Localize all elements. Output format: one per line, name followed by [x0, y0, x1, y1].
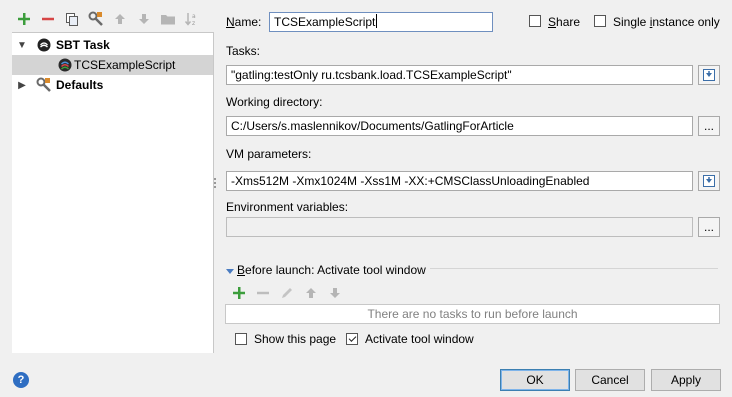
tasks-input[interactable]: "gatling:testOnly ru.tcsbank.load.TCSExa… [226, 65, 693, 85]
pencil-icon[interactable] [277, 284, 297, 302]
apply-button[interactable]: Apply [651, 369, 721, 391]
arrow-down-icon[interactable] [132, 8, 156, 30]
splitter-handle[interactable] [213, 176, 217, 190]
svg-text:z: z [192, 20, 195, 27]
text-caret [376, 14, 378, 28]
name-value: TCSExampleScript [274, 15, 376, 29]
env-variables-input[interactable] [226, 217, 693, 237]
chevron-down-icon[interactable]: ▼ [16, 39, 28, 51]
collapse-triangle-icon[interactable] [226, 265, 234, 274]
expand-field-icon [703, 69, 715, 81]
show-page-checkbox[interactable] [235, 333, 247, 345]
plus-icon[interactable] [229, 284, 249, 302]
vm-parameters-label: VM parameters: [226, 147, 312, 161]
help-icon[interactable]: ? [13, 372, 29, 388]
arrow-down-icon[interactable] [325, 284, 345, 302]
env-variables-browse-button[interactable]: ... [698, 217, 720, 237]
configuration-tree: ▼ SBT Task TCSExampleScript ▶ Defaults [12, 32, 214, 353]
workdir-input[interactable]: C:/Users/s.maslennikov/Documents/Gatling… [226, 116, 693, 136]
tree-item-label: SBT Task [56, 38, 110, 52]
arrow-up-icon[interactable] [108, 8, 132, 30]
folder-icon[interactable] [156, 8, 180, 30]
expand-field-icon [703, 175, 715, 187]
tree-item-defaults[interactable]: ▶ Defaults [12, 75, 213, 95]
before-launch-toolbar [229, 284, 345, 302]
activate-tool-window-checkbox[interactable] [346, 333, 358, 345]
tree-item-label: TCSExampleScript [74, 58, 176, 72]
minus-icon[interactable] [36, 8, 60, 30]
wrench-icon [36, 77, 52, 93]
ok-button[interactable]: OK [500, 369, 570, 391]
single-instance-checkbox[interactable] [594, 15, 606, 27]
activate-tool-window-label: Activate tool window [365, 332, 474, 346]
workdir-browse-button[interactable]: ... [698, 116, 720, 136]
tree-item-tcsexamplescript[interactable]: TCSExampleScript [12, 55, 213, 75]
copy-icon[interactable] [60, 8, 84, 30]
chevron-right-icon[interactable]: ▶ [16, 79, 28, 91]
tree-item-sbt-task[interactable]: ▼ SBT Task [12, 35, 213, 55]
expand-field-button[interactable] [698, 171, 720, 191]
share-label: Share [548, 15, 581, 29]
workdir-label: Working directory: [226, 95, 323, 109]
sbt-script-icon [57, 57, 73, 73]
share-checkbox[interactable] [529, 15, 541, 27]
wrench-icon[interactable] [84, 8, 108, 30]
arrow-up-icon[interactable] [301, 284, 321, 302]
sort-az-icon[interactable]: az [180, 8, 204, 30]
tasks-label: Tasks: [226, 44, 261, 58]
vm-parameters-input[interactable]: -Xms512M -Xmx1024M -Xss1M -XX:+CMSClassU… [226, 171, 693, 191]
sbt-icon [36, 37, 52, 53]
env-variables-label: Environment variables: [226, 200, 349, 214]
svg-text:a: a [192, 13, 196, 20]
tree-item-label: Defaults [56, 78, 104, 92]
name-input[interactable]: TCSExampleScript [269, 12, 493, 32]
name-label: Name: [226, 15, 262, 29]
before-launch-task-list: There are no tasks to run before launch [225, 304, 720, 324]
separator [430, 268, 718, 269]
cancel-button[interactable]: Cancel [575, 369, 645, 391]
expand-field-button[interactable] [698, 65, 720, 85]
single-instance-label: Single instance only [613, 15, 720, 29]
minus-icon[interactable] [253, 284, 273, 302]
plus-icon[interactable] [12, 8, 36, 30]
show-page-label: Show this page [254, 332, 337, 346]
toolbar: az [12, 8, 204, 30]
before-launch-title[interactable]: Before launch: Activate tool window [237, 263, 426, 277]
